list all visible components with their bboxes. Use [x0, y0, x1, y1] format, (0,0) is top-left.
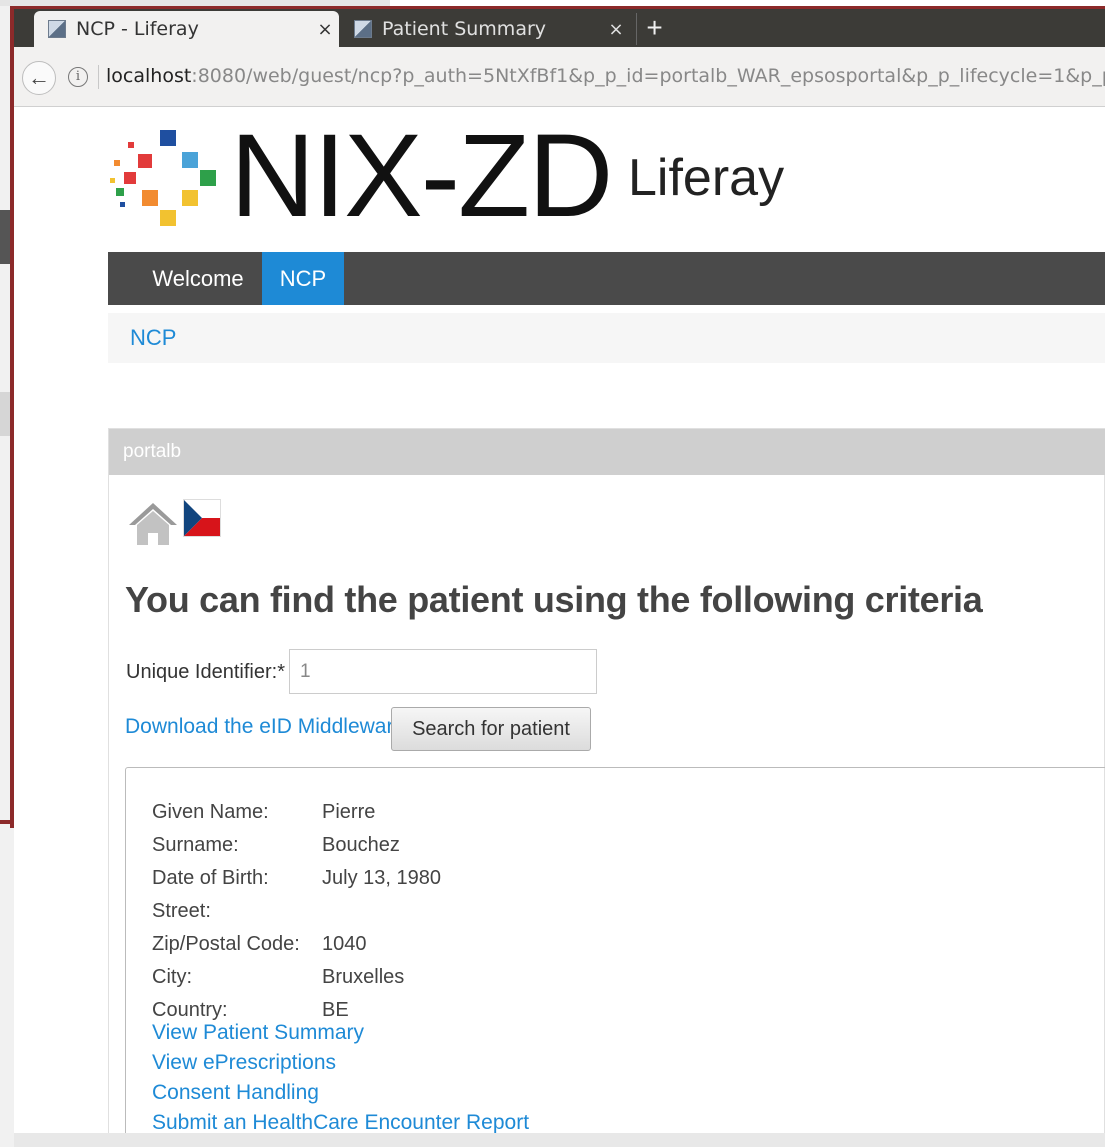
- field-label: Zip/Postal Code:: [152, 933, 300, 955]
- nix-zd-logo-icon: [110, 130, 216, 226]
- unique-identifier-label: Unique Identifier:*: [126, 661, 285, 683]
- table-row: Given Name: Pierre: [152, 796, 441, 829]
- nav-item-welcome[interactable]: Welcome: [138, 252, 258, 305]
- bottom-scroll-area: [14, 1133, 1105, 1147]
- field-value: Bruxelles: [322, 966, 405, 988]
- tab-title: NCP - Liferay: [76, 18, 199, 40]
- home-icon[interactable]: [127, 499, 179, 547]
- address-bar: ← i localhost:8080/web/guest/ncp?p_auth=…: [14, 47, 1105, 107]
- main-navbar: Welcome NCP: [108, 252, 1105, 305]
- page-heading: You can find the patient using the follo…: [125, 579, 983, 620]
- new-tab-icon[interactable]: +: [636, 13, 672, 45]
- field-value: [322, 895, 441, 928]
- page-favicon-icon: [48, 20, 66, 38]
- submit-encounter-report-link[interactable]: Submit an HealthCare Encounter Report: [152, 1108, 529, 1133]
- window-frame-corner: [0, 820, 14, 824]
- field-label: Given Name:: [152, 801, 269, 823]
- tab-title: Patient Summary: [382, 18, 547, 40]
- brand-title: NIX-ZD: [230, 110, 613, 242]
- page-favicon-icon: [354, 20, 372, 38]
- field-label: Date of Birth:: [152, 867, 269, 889]
- field-label: Street:: [152, 900, 211, 922]
- tab-ncp-liferay[interactable]: NCP - Liferay ×: [34, 11, 339, 47]
- portlet-title: portalb: [123, 441, 182, 462]
- table-row: City: Bruxelles: [152, 961, 441, 994]
- tab-close-icon[interactable]: ×: [311, 19, 339, 40]
- url-host: localhost: [106, 65, 192, 87]
- field-label: Surname:: [152, 834, 239, 856]
- nav-item-ncp[interactable]: NCP: [262, 252, 344, 305]
- field-value: Bouchez: [322, 834, 400, 856]
- view-patient-summary-link[interactable]: View Patient Summary: [152, 1018, 529, 1048]
- table-row: Zip/Postal Code: 1040: [152, 928, 441, 961]
- consent-handling-link[interactable]: Consent Handling: [152, 1078, 529, 1108]
- url-path: :8080/web/guest/ncp?p_auth=5NtXfBf1&p_p_…: [191, 65, 1105, 87]
- field-value: 1040: [322, 933, 367, 955]
- download-eid-middleware-link[interactable]: Download the eID Middleware: [125, 715, 405, 739]
- table-row: Date of Birth: July 13, 1980: [152, 862, 441, 895]
- browser-tab-bar: NCP - Liferay × Patient Summary × +: [14, 9, 1105, 47]
- czech-flag-icon[interactable]: [183, 499, 221, 537]
- table-row: Street:: [152, 895, 441, 928]
- tab-patient-summary[interactable]: Patient Summary ×: [340, 11, 630, 47]
- breadcrumb-ncp-link[interactable]: NCP: [130, 325, 176, 351]
- patient-details-table: Given Name: Pierre Surname: Bouchez Date o…: [152, 796, 441, 1027]
- field-value: Pierre: [322, 801, 376, 823]
- patient-search-portlet: portalb You can find the patient using t…: [108, 428, 1105, 1133]
- site-info-icon[interactable]: i: [68, 67, 88, 87]
- unique-identifier-input[interactable]: [289, 649, 597, 694]
- breadcrumb: NCP: [108, 313, 1105, 363]
- field-value: July 13, 1980: [322, 867, 441, 889]
- field-label: City:: [152, 966, 192, 988]
- url-field[interactable]: localhost:8080/web/guest/ncp?p_auth=5NtX…: [106, 65, 1105, 87]
- url-divider: [98, 65, 99, 89]
- web-page: NIX-ZD Liferay Welcome NCP NCP portalb Y…: [14, 108, 1105, 1133]
- patient-result-box: Given Name: Pierre Surname: Bouchez Date o…: [125, 767, 1105, 1133]
- table-row: Surname: Bouchez: [152, 829, 441, 862]
- patient-actions: View Patient Summary View ePrescriptions…: [152, 1018, 529, 1133]
- view-eprescriptions-link[interactable]: View ePrescriptions: [152, 1048, 529, 1078]
- back-arrow-icon[interactable]: ←: [22, 61, 56, 95]
- search-for-patient-button[interactable]: Search for patient: [391, 707, 591, 751]
- brand-subtitle: Liferay: [628, 149, 785, 207]
- tab-close-icon[interactable]: ×: [602, 19, 630, 40]
- portlet-header: portalb: [109, 429, 1105, 475]
